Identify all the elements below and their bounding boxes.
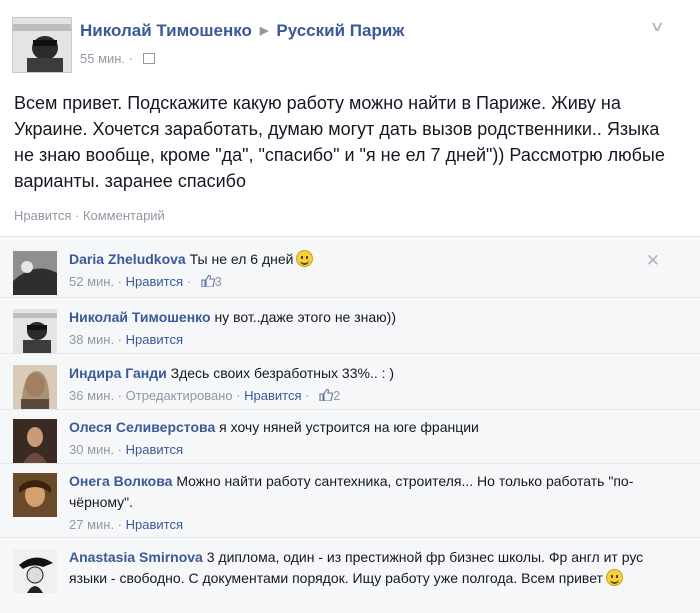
comment-divider (0, 353, 700, 354)
avatar[interactable] (13, 365, 57, 409)
comment-time[interactable]: 27 мин. (69, 517, 114, 532)
comment-meta: 38 мин. · Нравится (69, 332, 183, 347)
comment-time[interactable]: 52 мин. (69, 274, 114, 289)
comment-like-count: 3 (214, 274, 222, 289)
avatar[interactable] (13, 549, 57, 593)
post-author-avatar[interactable] (12, 17, 72, 73)
comment-like-link[interactable]: Нравится (126, 332, 183, 347)
comment-divider (0, 537, 700, 538)
comment-author[interactable]: Николай Тимошенко (69, 309, 211, 325)
comment-author[interactable]: Олеся Селиверстова (69, 419, 215, 435)
post-meta: 55 мин. · (80, 51, 155, 66)
comment-body: Онега Волкова Можно найти работу сантехн… (69, 471, 669, 535)
post-text: Всем привет. Подскажите какую работу мож… (14, 93, 665, 191)
smiley-icon (296, 250, 314, 267)
comment-time[interactable]: 38 мин. (69, 332, 114, 347)
post-comment-link[interactable]: Комментарий (83, 208, 165, 223)
comment-like-link[interactable]: Нравится (126, 517, 183, 532)
comment-text: я хочу няней устроится на юге франции (219, 419, 479, 435)
comment-divider (0, 297, 700, 298)
post-like-link[interactable]: Нравится (14, 208, 71, 223)
avatar[interactable] (13, 251, 57, 295)
avatar[interactable] (13, 473, 57, 517)
comment-edited-label[interactable]: Отредактировано (126, 388, 233, 403)
avatar[interactable] (13, 419, 57, 463)
comment-meta: 36 мин. · Отредактировано · Нравится · 2 (69, 388, 341, 403)
comment-meta: 27 мин. · Нравится (69, 517, 183, 532)
thumbs-up-icon (319, 389, 334, 401)
chevron-down-icon[interactable]: ∨ (649, 18, 664, 35)
comments-section: ✕ Daria Zheludkova Ты не ел 6 дней 52 ми… (0, 236, 700, 613)
post-header: Николай Тимошенко ▶ Русский Париж (80, 21, 404, 41)
comment-body: Олеся Селиверстова я хочу няней устроитс… (69, 417, 669, 460)
avatar-photo (13, 18, 71, 72)
globe-icon (142, 53, 155, 64)
comment-author[interactable]: Anastasia Smirnova (69, 549, 203, 565)
post-card: Николай Тимошенко ▶ Русский Париж 55 мин. … (0, 0, 700, 236)
avatar[interactable] (13, 309, 57, 353)
comment-author[interactable]: Daria Zheludkova (69, 251, 186, 267)
smiley-icon (605, 569, 623, 586)
arrow-right-icon: ▶ (259, 25, 269, 37)
post-actions: Нравится · Комментарий (14, 208, 165, 223)
thumbs-up-icon (201, 275, 215, 287)
comment-body: Индира Ганди Здесь своих безработных 33%… (69, 363, 669, 406)
comment-divider (0, 463, 700, 464)
comment-body: Николай Тимошенко ну вот..даже этого не … (69, 307, 669, 350)
comment-like-link[interactable]: Нравится (126, 274, 183, 289)
comment-body: Anastasia Smirnova 3 диплома, один - из … (69, 547, 669, 589)
comment-author[interactable]: Онега Волкова (69, 473, 172, 489)
comment-like-count: 2 (333, 388, 341, 403)
comment-text: Здесь своих безработных 33%.. : ) (170, 365, 395, 381)
comment-time[interactable]: 36 мин. (69, 388, 114, 403)
comment-text: ну вот..даже этого не знаю)) (214, 309, 396, 325)
comment-time[interactable]: 30 мин. (69, 442, 114, 457)
comment-like-link[interactable]: Нравится (126, 442, 183, 457)
comment-meta: 30 мин. · Нравится (69, 442, 183, 457)
comment-author[interactable]: Индира Ганди (69, 365, 167, 381)
post-timestamp[interactable]: 55 мин. (80, 51, 125, 66)
post-author-name[interactable]: Николай Тимошенко (80, 21, 252, 40)
post-group-name[interactable]: Русский Париж (276, 21, 404, 40)
comment-meta: 52 мин. · Нравится · 3 (69, 274, 222, 289)
comment-text: Ты не ел 6 дней (189, 251, 294, 267)
comment-like-link[interactable]: Нравится (244, 388, 301, 403)
comment-divider (0, 409, 700, 410)
comment-body: Daria Zheludkova Ты не ел 6 дней 52 мин.… (69, 249, 669, 292)
